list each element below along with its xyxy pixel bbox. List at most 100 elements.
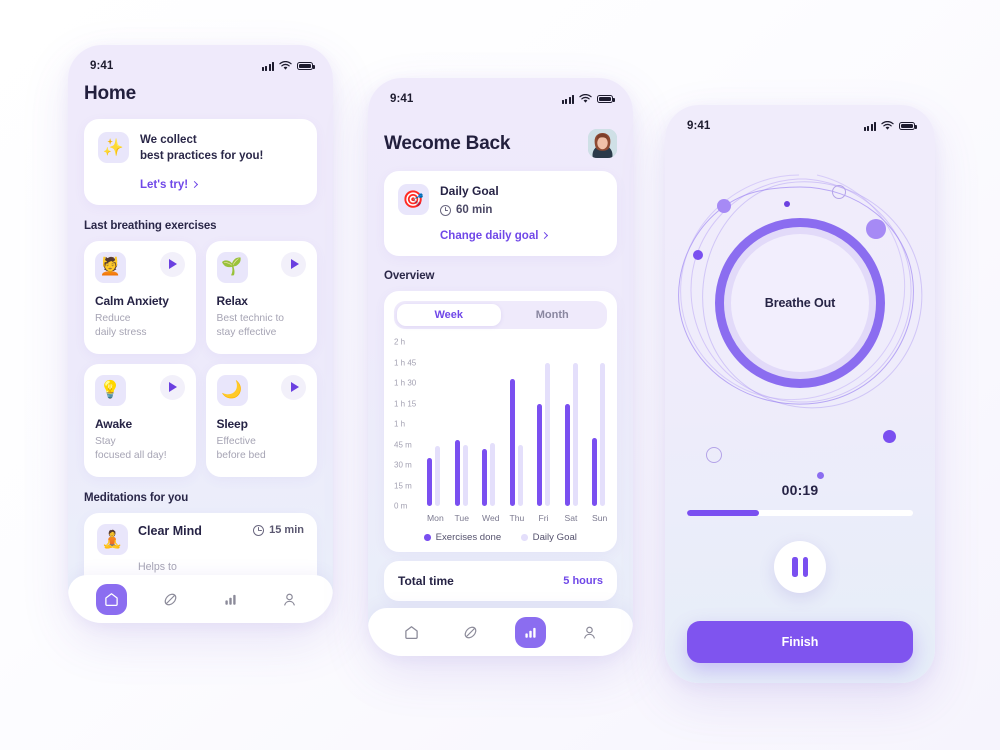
breathing-circle: Breathe Out bbox=[715, 218, 885, 388]
sparkles-emoji: ✨ bbox=[98, 132, 129, 163]
play-icon[interactable] bbox=[159, 251, 185, 277]
period-toggle: Week Month bbox=[394, 301, 607, 329]
breathing-circle-wrapper: Breathe Out bbox=[715, 218, 885, 388]
finish-button[interactable]: Finish bbox=[687, 621, 913, 663]
exercise-desc-line-2: daily stress bbox=[95, 327, 147, 339]
chart-bar bbox=[572, 362, 578, 506]
play-icon[interactable] bbox=[281, 251, 306, 277]
avatar[interactable] bbox=[588, 129, 617, 158]
exercise-card[interactable]: 🌱 Relax Best technic to stay effective bbox=[205, 240, 317, 354]
person-icon bbox=[284, 593, 295, 606]
total-time-card: Total time 5 hours bbox=[384, 561, 617, 601]
phone-breathing-screen: 9:41 Breathe Out 00:19 Finish bbox=[665, 105, 935, 683]
y-axis-tick-label: 1 h 15 bbox=[394, 399, 417, 408]
session-timer: 00:19 bbox=[781, 482, 819, 498]
lets-try-link[interactable]: Let's try! bbox=[140, 175, 303, 193]
exercise-card-top: 💆 bbox=[95, 251, 185, 283]
x-axis-tick-label: Sun bbox=[592, 513, 608, 523]
leaf-icon bbox=[165, 593, 177, 605]
pause-icon-bar bbox=[792, 557, 798, 577]
chart-day-column: Thu bbox=[509, 338, 524, 523]
page-title: Home bbox=[84, 83, 136, 104]
pause-icon-bar bbox=[802, 557, 808, 577]
signal-bars-icon bbox=[561, 94, 574, 104]
chart-day-column: Wed bbox=[482, 338, 500, 523]
tab-month[interactable]: Month bbox=[501, 304, 605, 326]
exercise-name: Calm Anxiety bbox=[95, 293, 169, 308]
exercise-name: Awake bbox=[95, 416, 133, 431]
decor-dot bbox=[883, 430, 896, 443]
chart-day-column: Fri bbox=[537, 338, 550, 523]
sidebar-item-home[interactable] bbox=[396, 617, 427, 648]
decor-ring bbox=[706, 447, 722, 463]
sidebar-item-profile[interactable] bbox=[274, 584, 305, 615]
status-time: 9:41 bbox=[390, 93, 414, 105]
daily-goal-title: Daily Goal bbox=[440, 184, 499, 198]
exercise-desc: Reduce daily stress bbox=[95, 312, 185, 341]
status-icons bbox=[863, 121, 917, 131]
exercise-desc-line-1: Reduce bbox=[95, 312, 131, 324]
y-axis-tick-label: 15 m bbox=[394, 481, 412, 490]
daily-goal-duration: 60 min bbox=[440, 204, 499, 216]
sidebar-item-stats[interactable] bbox=[215, 584, 246, 615]
play-icon[interactable] bbox=[159, 374, 185, 400]
bottom-nav bbox=[68, 575, 333, 623]
change-daily-goal-link[interactable]: Change daily goal bbox=[440, 226, 603, 244]
progress-bar[interactable] bbox=[687, 510, 913, 516]
exercise-card-top: 🌙 bbox=[216, 374, 306, 406]
lets-try-label: Let's try! bbox=[140, 178, 189, 191]
meditation-emoji: 🧘 bbox=[97, 524, 128, 556]
sidebar-item-breathe[interactable] bbox=[455, 617, 486, 648]
seedling-emoji: 🌱 bbox=[216, 251, 248, 283]
exercise-card[interactable]: 💡 Awake Stay focused all day! bbox=[84, 363, 196, 478]
decor-dot bbox=[784, 201, 790, 207]
home-icon bbox=[105, 592, 118, 606]
promo-card[interactable]: ✨ We collect best practices for you! Let… bbox=[84, 119, 317, 205]
chevron-right-icon bbox=[191, 180, 199, 188]
chart-bar bbox=[517, 444, 523, 506]
sidebar-item-profile[interactable] bbox=[574, 617, 605, 648]
breathing-content: Breathe Out 00:19 Finish bbox=[665, 135, 935, 683]
home-icon bbox=[405, 625, 418, 639]
legend-dot bbox=[424, 534, 431, 541]
sidebar-item-home[interactable] bbox=[96, 583, 128, 615]
chevron-right-icon bbox=[541, 231, 549, 240]
exercise-card[interactable]: 🌙 Sleep Effective before bed bbox=[205, 363, 317, 478]
chart-bar bbox=[462, 444, 468, 506]
y-axis-tick-label: 30 m bbox=[394, 460, 412, 470]
sidebar-item-breathe[interactable] bbox=[155, 584, 186, 615]
sidebar-item-stats[interactable] bbox=[514, 616, 546, 648]
bulb-emoji: 💡 bbox=[95, 374, 126, 406]
meditations-heading: Meditations for you bbox=[84, 492, 189, 505]
x-axis-tick-label: Fri bbox=[538, 513, 549, 523]
exercise-desc-line-2: before bed bbox=[216, 450, 266, 462]
chart-day-column: Mon bbox=[427, 338, 444, 523]
legend-item-daily-goal: Daily Goal bbox=[521, 532, 577, 543]
play-icon[interactable] bbox=[281, 374, 306, 400]
chart-legend: Exercises done Daily Goal bbox=[394, 532, 607, 543]
decor-dot bbox=[717, 199, 731, 213]
exercise-name: Sleep bbox=[216, 416, 248, 431]
y-axis-tick-label: 0 m bbox=[394, 501, 408, 511]
exercise-desc: Stay focused all day! bbox=[95, 435, 185, 464]
promo-text: We collect best practices for you! bbox=[140, 132, 263, 165]
total-time-value: 5 hours bbox=[563, 575, 603, 587]
status-bar: 9:41 bbox=[665, 105, 935, 135]
breath-instruction: Breathe Out bbox=[764, 296, 836, 310]
pause-button[interactable] bbox=[774, 541, 826, 593]
exercise-name: Relax bbox=[216, 293, 248, 308]
exercise-card-top: 🌱 bbox=[216, 251, 306, 283]
exercise-card-top: 💡 bbox=[95, 374, 185, 406]
exercise-card[interactable]: 💆 Calm Anxiety Reduce daily stress bbox=[84, 240, 196, 354]
exercise-desc: Best technic to stay effective bbox=[217, 312, 307, 341]
chart-day-column: Tue bbox=[454, 338, 469, 523]
massage-emoji: 💆 bbox=[95, 251, 126, 283]
chart-bar bbox=[600, 362, 605, 506]
tab-week[interactable]: Week bbox=[397, 304, 501, 326]
battery-icon bbox=[297, 61, 315, 71]
change-daily-goal-label: Change daily goal bbox=[440, 230, 539, 242]
x-axis-tick-label: Mon bbox=[427, 513, 444, 523]
chart-bar bbox=[537, 403, 542, 506]
welcome-header: Wecome Back bbox=[384, 129, 617, 158]
promo-line-2: best practices for you! bbox=[140, 150, 264, 163]
